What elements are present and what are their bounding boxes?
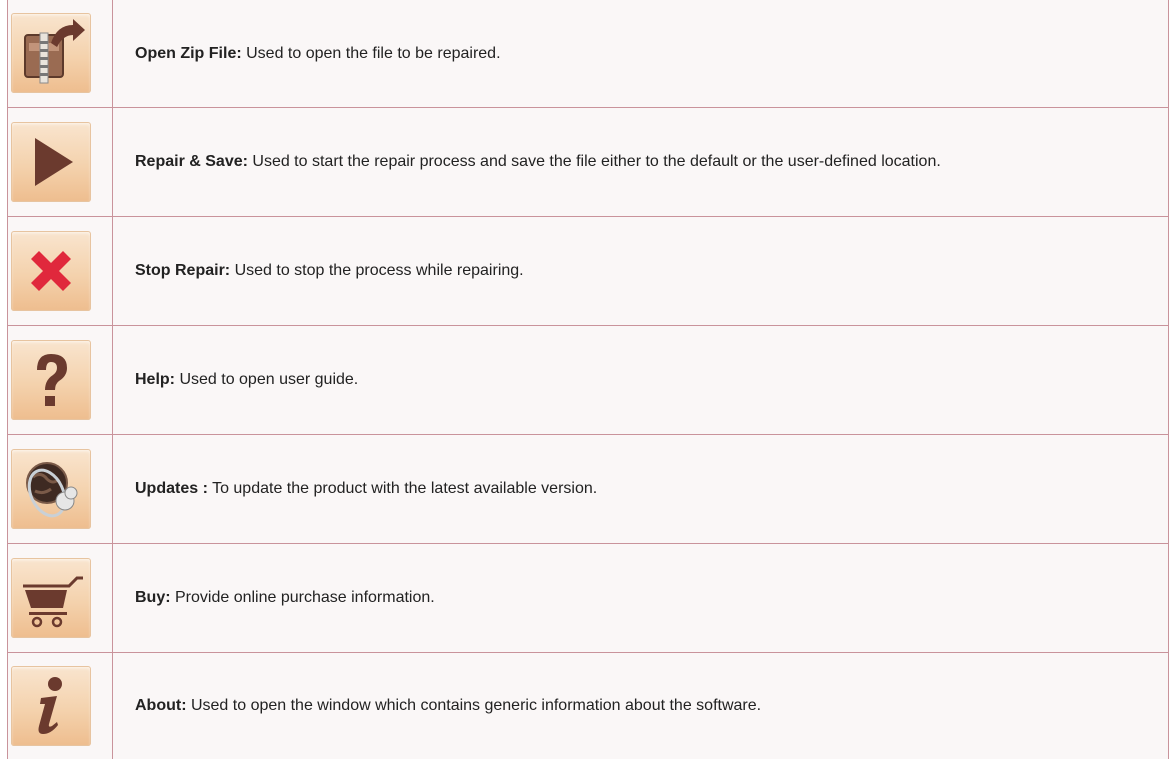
table-row-buy: Buy: Provide online purchase information…: [7, 542, 1169, 653]
updates-label: Updates :: [135, 480, 208, 497]
toolbar-reference-table: Open Zip File: Used to open the file to …: [7, 0, 1169, 761]
red-x-icon[interactable]: [11, 230, 91, 311]
table-row-updates: Updates : To update the product with the…: [7, 433, 1169, 544]
table-row-about: About: Used to open the window which con…: [7, 651, 1169, 759]
shopping-cart-icon[interactable]: [11, 557, 91, 638]
buy-description: Provide online purchase information.: [170, 589, 435, 606]
stop-repair-description: Used to stop the process while repairing…: [230, 262, 524, 279]
repair-save-label: Repair & Save:: [135, 153, 248, 170]
open-zip-label: Open Zip File:: [135, 44, 242, 62]
help-description: Used to open user guide.: [175, 371, 359, 388]
about-description: Used to open the window which contains g…: [186, 697, 762, 715]
repair-save-description: Used to start the repair process and sav…: [247, 153, 941, 170]
globe-update-icon[interactable]: [11, 448, 91, 529]
table-row-stop-repair: Stop Repair: Used to stop the process wh…: [7, 215, 1169, 326]
zip-archive-icon[interactable]: [11, 13, 91, 94]
play-icon[interactable]: [11, 121, 91, 202]
stop-repair-label: Stop Repair:: [135, 262, 231, 279]
toolbar-buttons-table: Open Zip File: Used to open the file to …: [7, 0, 1169, 759]
info-icon[interactable]: [11, 665, 91, 746]
table-row-open-zip: Open Zip File: Used to open the file to …: [7, 0, 1169, 108]
updates-description: To update the product with the latest av…: [207, 480, 598, 497]
table-row-help: Help: Used to open user guide.: [7, 324, 1169, 435]
buy-label: Buy:: [135, 589, 171, 606]
question-mark-icon[interactable]: [11, 339, 91, 420]
about-label: About:: [135, 697, 187, 715]
help-label: Help:: [135, 371, 175, 388]
table-row-repair-save: Repair & Save: Used to start the repair …: [7, 106, 1169, 217]
open-zip-description: Used to open the file to be repaired.: [241, 44, 501, 62]
